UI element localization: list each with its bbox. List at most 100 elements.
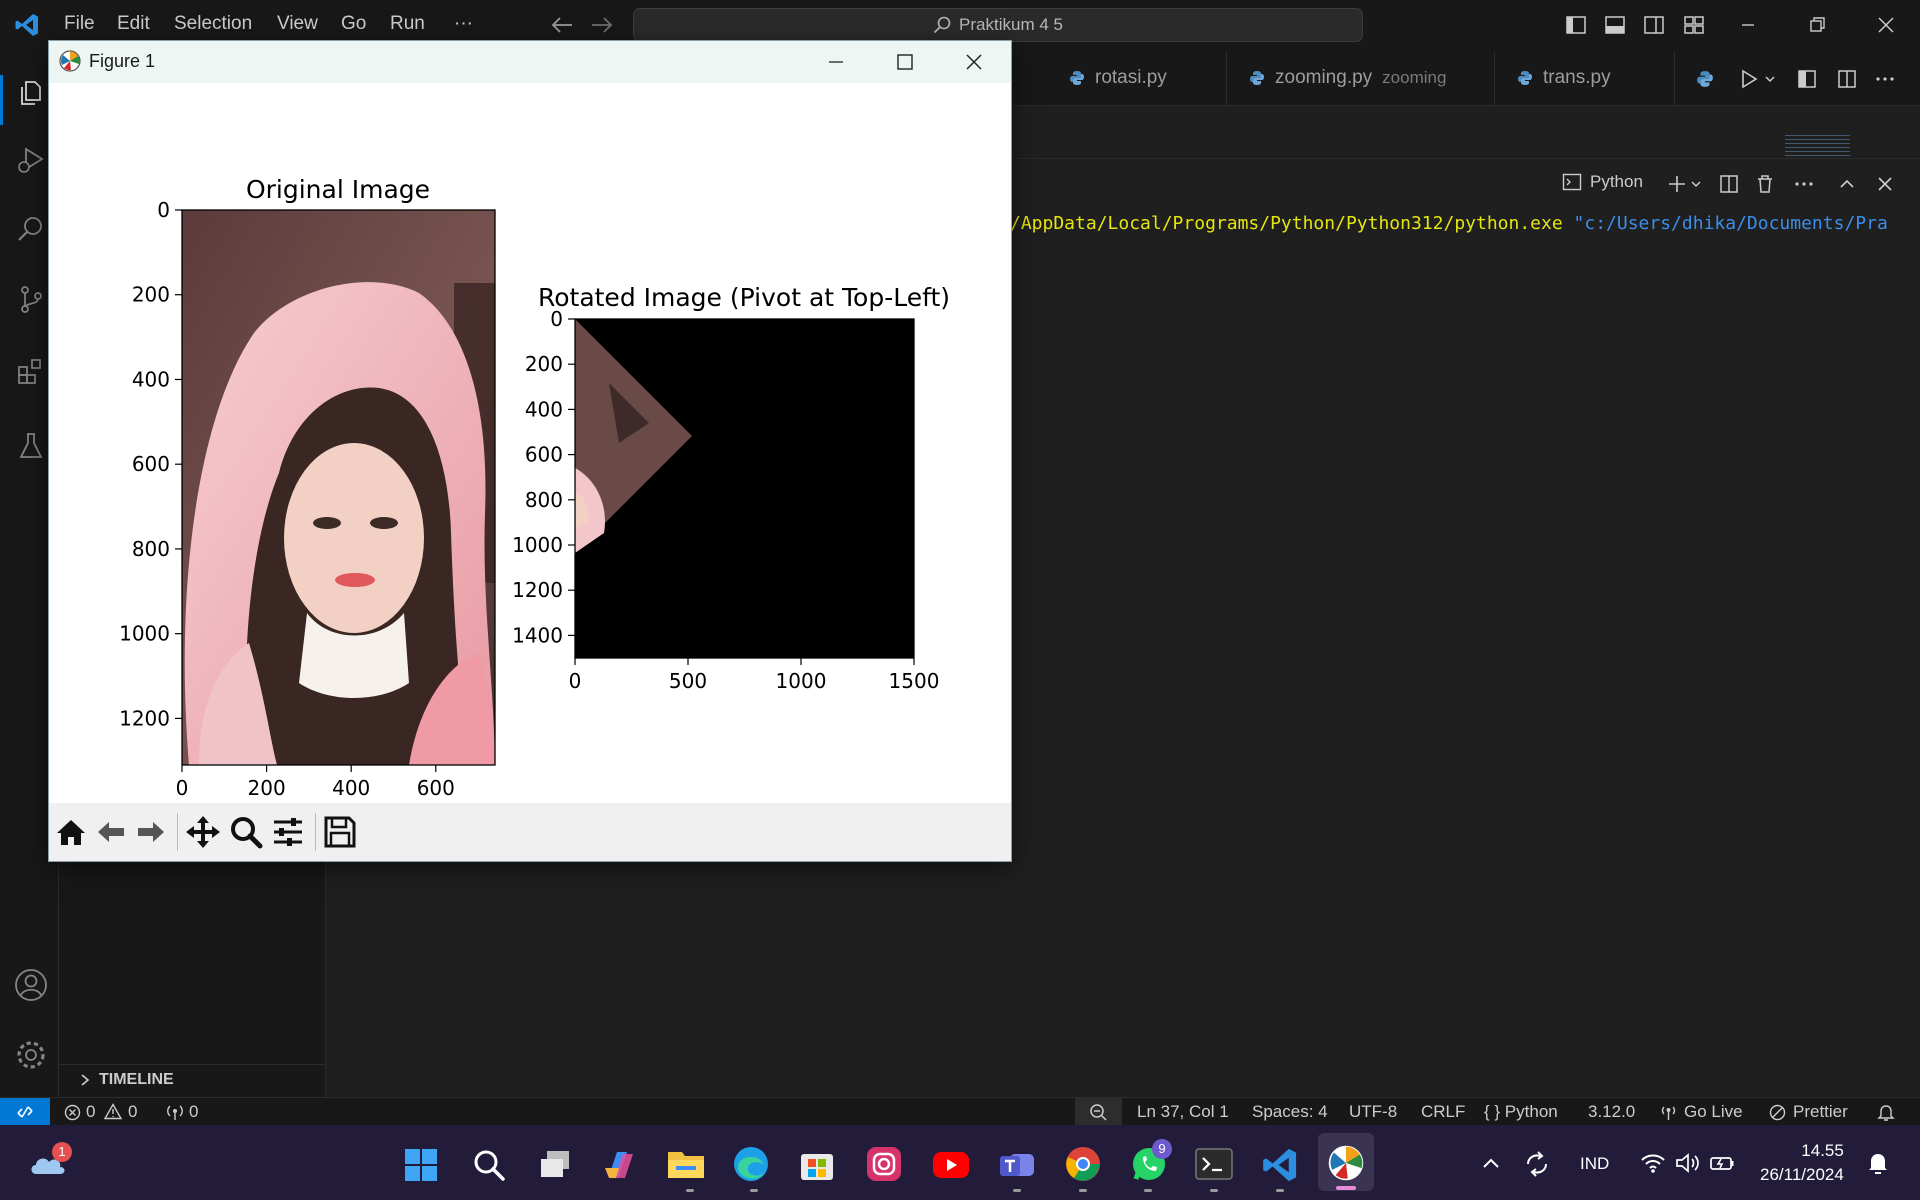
volume-icon[interactable] bbox=[1674, 1151, 1700, 1175]
sync-icon[interactable] bbox=[1522, 1150, 1552, 1178]
menu-edit[interactable]: Edit bbox=[117, 13, 150, 35]
python-figure-taskbar-button[interactable] bbox=[1318, 1133, 1374, 1191]
chevron-down-icon[interactable] bbox=[1690, 179, 1702, 189]
error-icon[interactable] bbox=[64, 1104, 81, 1121]
battery-icon[interactable] bbox=[1709, 1151, 1735, 1175]
customize-layout-icon[interactable] bbox=[1683, 14, 1705, 36]
tab-trans[interactable]: trans.py bbox=[1495, 51, 1675, 105]
error-count[interactable]: 0 bbox=[86, 1102, 95, 1122]
terminal-profile[interactable]: Python bbox=[1562, 172, 1643, 192]
whatsapp-app[interactable]: 9 bbox=[1130, 1139, 1172, 1185]
indentation[interactable]: Spaces: 4 bbox=[1252, 1102, 1328, 1122]
toggle-secondary-sidebar-icon[interactable] bbox=[1643, 14, 1665, 36]
trash-icon[interactable] bbox=[1754, 173, 1776, 195]
ports-count[interactable]: 0 bbox=[189, 1102, 198, 1122]
chevron-up-icon[interactable] bbox=[1481, 1155, 1501, 1171]
youtube-icon[interactable] bbox=[932, 1150, 970, 1180]
tab-zooming[interactable]: zooming.py zooming bbox=[1227, 51, 1495, 105]
minimap[interactable] bbox=[1785, 135, 1850, 157]
microsoft-store-icon[interactable] bbox=[799, 1146, 835, 1182]
configure-subplots-icon[interactable] bbox=[271, 815, 305, 849]
save-floppy-icon[interactable] bbox=[323, 815, 357, 849]
menu-run[interactable]: Run bbox=[390, 13, 425, 35]
warning-count[interactable]: 0 bbox=[128, 1102, 137, 1122]
figure-canvas[interactable]: Original Image 0 200 400 600 0 200 400 600 800 1… bbox=[49, 83, 1011, 803]
menu-selection[interactable]: Selection bbox=[174, 13, 252, 35]
forward-arrow-icon[interactable] bbox=[135, 817, 167, 847]
close-icon[interactable] bbox=[963, 51, 985, 73]
menu-go[interactable]: Go bbox=[341, 13, 366, 35]
close-panel-icon[interactable] bbox=[1874, 173, 1896, 195]
figure-title-bar[interactable]: Figure 1 bbox=[49, 41, 1011, 83]
toggle-sidebar-icon[interactable] bbox=[1565, 14, 1587, 36]
maximize-icon[interactable] bbox=[894, 51, 916, 73]
prettier-icon[interactable] bbox=[1769, 1104, 1786, 1121]
menu-file[interactable]: File bbox=[64, 13, 95, 35]
windows-start-icon[interactable] bbox=[403, 1147, 439, 1183]
onedrive-weather-widget[interactable]: 1 bbox=[28, 1142, 72, 1176]
input-language[interactable]: IND bbox=[1580, 1154, 1609, 1174]
menu-view[interactable]: View bbox=[277, 13, 318, 35]
vscode-taskbar-icon[interactable] bbox=[1261, 1146, 1299, 1184]
tab-rotasi[interactable]: rotasi.py bbox=[1047, 51, 1227, 105]
split-editor-icon[interactable] bbox=[1836, 68, 1858, 90]
python-version[interactable]: 3.12.0 bbox=[1588, 1102, 1635, 1122]
timeline-section-header[interactable]: TIMELINE bbox=[59, 1064, 325, 1094]
accounts-icon[interactable] bbox=[14, 968, 48, 1002]
warning-icon[interactable] bbox=[104, 1103, 122, 1120]
command-center-search[interactable]: Praktikum 4 5 bbox=[633, 8, 1363, 42]
chevron-down-icon[interactable] bbox=[1764, 74, 1776, 84]
line-endings[interactable]: CRLF bbox=[1421, 1102, 1465, 1122]
ports-broadcast-icon[interactable] bbox=[165, 1103, 185, 1121]
terminal-app-icon[interactable] bbox=[1195, 1148, 1233, 1180]
copilot-icon[interactable] bbox=[601, 1146, 639, 1184]
explorer-icon[interactable] bbox=[16, 77, 46, 107]
instagram-icon[interactable] bbox=[866, 1146, 902, 1182]
more-actions-icon[interactable] bbox=[1793, 173, 1815, 195]
restore-icon[interactable] bbox=[1806, 14, 1828, 36]
pan-move-icon[interactable] bbox=[185, 815, 221, 849]
open-changes-icon[interactable] bbox=[1796, 68, 1818, 90]
encoding[interactable]: UTF-8 bbox=[1349, 1102, 1397, 1122]
chrome-icon[interactable] bbox=[1064, 1145, 1102, 1183]
more-actions-icon[interactable] bbox=[1874, 68, 1896, 90]
back-arrow-icon[interactable] bbox=[95, 817, 127, 847]
close-icon[interactable] bbox=[1875, 14, 1897, 36]
language-mode[interactable]: { } Python bbox=[1484, 1102, 1558, 1122]
search-icon[interactable] bbox=[472, 1148, 506, 1182]
prettier-label[interactable]: Prettier bbox=[1793, 1102, 1848, 1122]
task-view-icon[interactable] bbox=[537, 1148, 573, 1182]
system-clock[interactable]: 14.55 26/11/2024 bbox=[1760, 1139, 1844, 1187]
new-terminal-plus-icon[interactable] bbox=[1666, 173, 1688, 195]
terminal-output-line[interactable]: /AppData/Local/Programs/Python/Python312… bbox=[1010, 213, 1920, 239]
matplotlib-figure-window[interactable]: Figure 1 Original Image 0 200 400 600 0 … bbox=[48, 40, 1012, 862]
back-arrow-icon[interactable] bbox=[550, 15, 574, 35]
toggle-panel-icon[interactable] bbox=[1604, 14, 1626, 36]
extensions-icon[interactable] bbox=[16, 356, 46, 386]
menu-more[interactable]: ··· bbox=[454, 13, 473, 35]
teams-icon[interactable] bbox=[998, 1146, 1036, 1182]
notifications-bell-icon[interactable] bbox=[1877, 1103, 1895, 1122]
manage-gear-icon[interactable] bbox=[14, 1038, 48, 1072]
testing-flask-icon[interactable] bbox=[16, 431, 46, 461]
search-icon[interactable] bbox=[16, 214, 46, 244]
run-python-file-icon[interactable] bbox=[1738, 68, 1760, 90]
cursor-position[interactable]: Ln 37, Col 1 bbox=[1137, 1102, 1229, 1122]
split-terminal-icon[interactable] bbox=[1718, 173, 1740, 195]
wifi-icon[interactable] bbox=[1640, 1151, 1666, 1175]
forward-arrow-icon[interactable] bbox=[590, 15, 614, 35]
maximize-panel-icon[interactable] bbox=[1836, 173, 1858, 195]
source-control-icon[interactable] bbox=[16, 284, 46, 314]
run-debug-icon[interactable] bbox=[16, 145, 46, 175]
file-explorer-icon[interactable] bbox=[666, 1146, 706, 1182]
zoom-indicator[interactable] bbox=[1075, 1098, 1122, 1126]
go-live-icon[interactable] bbox=[1660, 1104, 1677, 1121]
minimize-icon[interactable] bbox=[825, 51, 847, 73]
home-icon[interactable] bbox=[55, 817, 87, 847]
edge-browser-icon[interactable] bbox=[732, 1145, 770, 1183]
notifications-icon[interactable] bbox=[1866, 1151, 1890, 1177]
zoom-magnifier-icon[interactable] bbox=[229, 815, 263, 849]
python-file-icon[interactable] bbox=[1696, 70, 1714, 88]
minimize-icon[interactable] bbox=[1737, 14, 1759, 36]
remote-indicator[interactable] bbox=[0, 1098, 50, 1126]
